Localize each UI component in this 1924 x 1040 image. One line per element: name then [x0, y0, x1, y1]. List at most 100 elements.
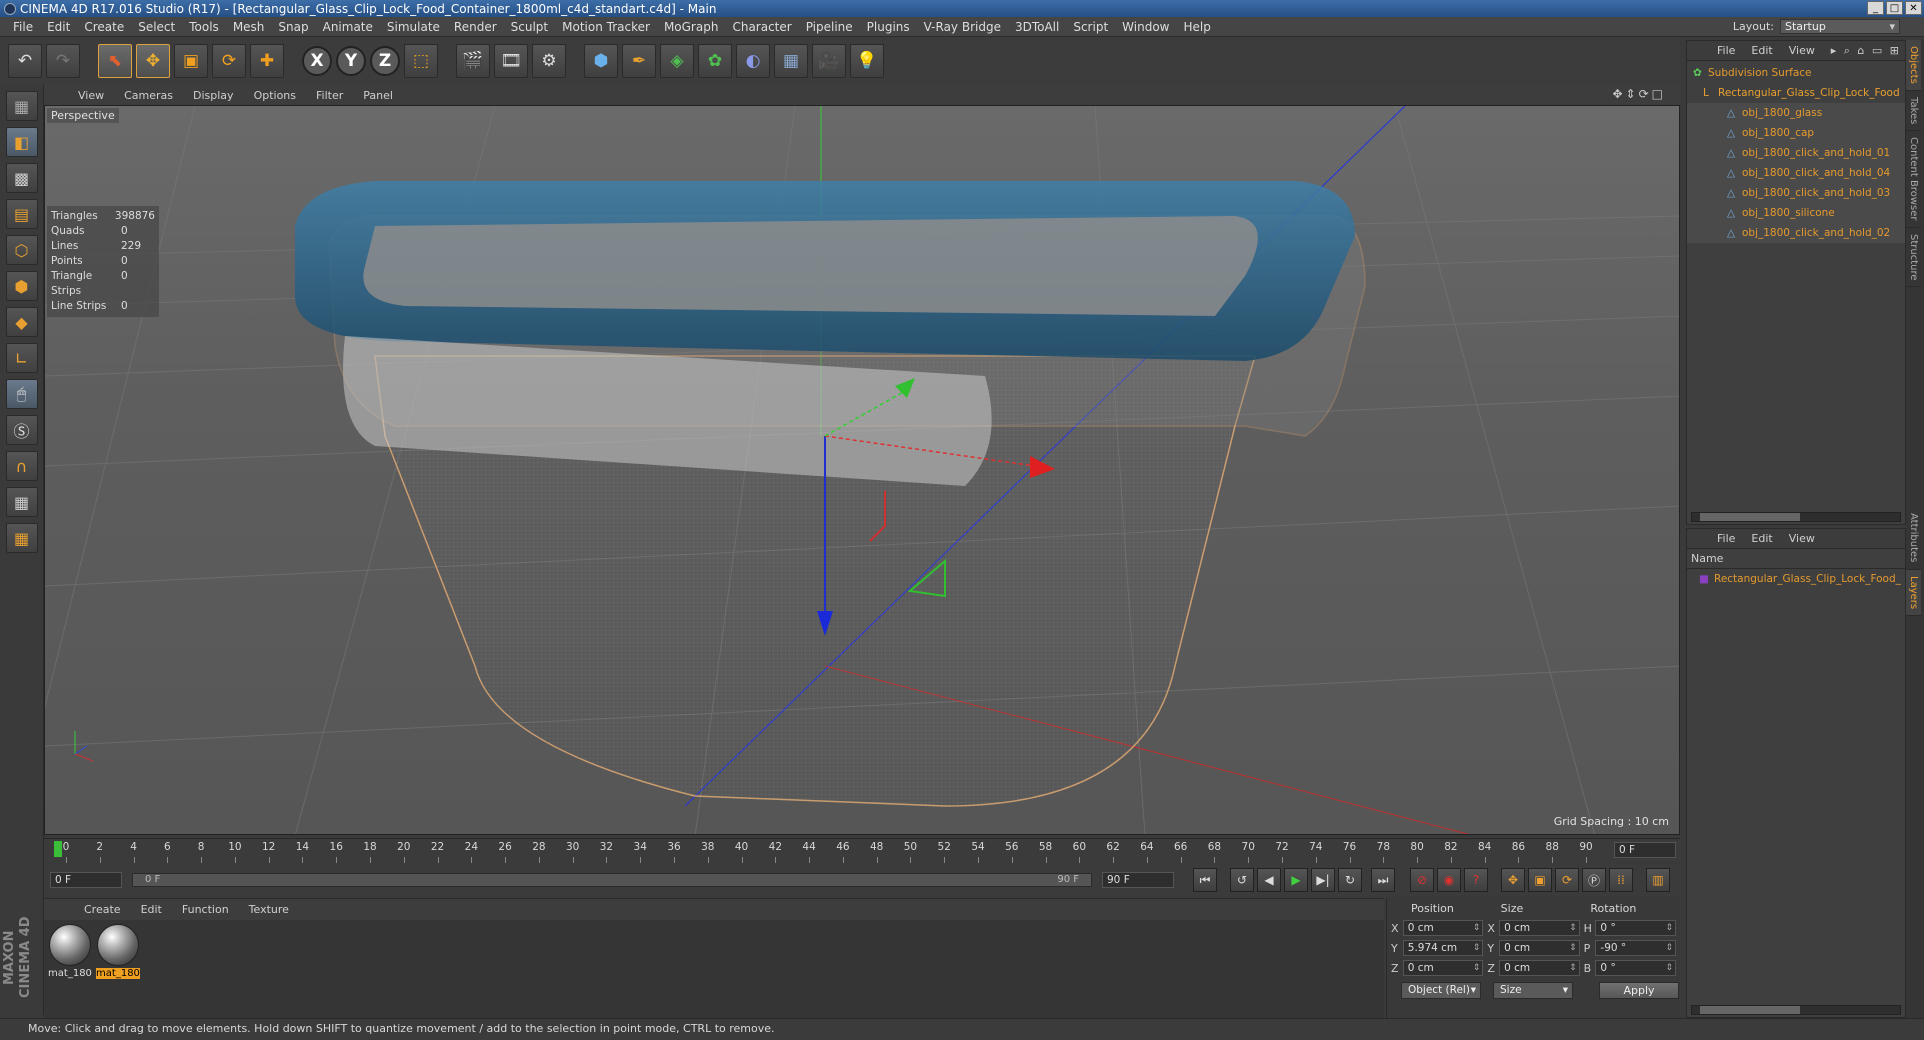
preview-range-slider[interactable]: 0 F 90 F	[132, 873, 1092, 887]
menu-motion-tracker[interactable]: Motion Tracker	[555, 20, 657, 34]
menu-tools[interactable]: Tools	[182, 20, 226, 34]
menu-mesh[interactable]: Mesh	[226, 20, 272, 34]
size-mode-dropdown[interactable]: Size	[1493, 982, 1573, 999]
objects-menu-edit[interactable]: Edit	[1743, 44, 1780, 57]
make-editable-icon[interactable]: ▦	[5, 91, 38, 121]
workplane-lock-icon[interactable]: ▦	[5, 487, 38, 517]
menu-snap[interactable]: Snap	[271, 20, 315, 34]
floor-icon[interactable]: ▦	[774, 44, 808, 78]
menu-sculpt[interactable]: Sculpt	[504, 20, 555, 34]
tab-takes[interactable]: Takes	[1906, 91, 1921, 132]
autokey-icon[interactable]: ◉	[1437, 868, 1461, 892]
pen-spline-icon[interactable]: ✒	[622, 44, 656, 78]
z-axis-lock-icon[interactable]: Z	[370, 46, 400, 76]
axis-mode-icon[interactable]: ∟	[5, 343, 38, 373]
snap-icon[interactable]: Ⓢ	[5, 415, 38, 445]
object-item[interactable]: △ obj_1800_cap	[1687, 123, 1905, 143]
current-frame-field[interactable]: 0 F	[1614, 842, 1676, 858]
material-swatch-selected[interactable]: mat_180	[96, 924, 140, 979]
material-menu-function[interactable]: Function	[172, 903, 239, 916]
viewport-scene[interactable]	[45, 106, 1680, 835]
next-frame-icon[interactable]: ▶|	[1311, 868, 1335, 892]
model-mode-icon[interactable]: ◧	[5, 127, 38, 157]
material-menu-create[interactable]: Create	[74, 903, 131, 916]
size-y-field[interactable]: 0 cm	[1499, 940, 1580, 956]
menu-3dtoall[interactable]: 3DToAll	[1008, 20, 1066, 34]
points-mode-icon[interactable]: ⬡	[5, 235, 38, 265]
object-item[interactable]: △ obj_1800_click_and_hold_04	[1687, 163, 1905, 183]
material-menu-edit[interactable]: Edit	[131, 903, 172, 916]
object-manager-scrollbar[interactable]	[1691, 512, 1901, 522]
move-tool-icon[interactable]: ✥	[136, 44, 170, 78]
menu-select[interactable]: Select	[131, 20, 182, 34]
tab-structure[interactable]: Structure	[1906, 228, 1921, 288]
viewport-menu-filter[interactable]: Filter	[306, 89, 353, 102]
layout-dropdown[interactable]: Startup	[1780, 19, 1900, 34]
menu-help[interactable]: Help	[1176, 20, 1217, 34]
subdivision-generator-icon[interactable]: ◈	[660, 44, 694, 78]
viewport-menu-display[interactable]: Display	[183, 89, 244, 102]
texture-mode-icon[interactable]: ▩	[5, 163, 38, 193]
rotation-h-field[interactable]: 0 °	[1595, 920, 1676, 936]
scale-tool-icon[interactable]: ▣	[174, 44, 208, 78]
key-position-icon[interactable]: ✥	[1501, 868, 1525, 892]
menu-animate[interactable]: Animate	[316, 20, 380, 34]
render-view-icon[interactable]: 🎬	[456, 44, 490, 78]
apply-button[interactable]: Apply	[1599, 982, 1679, 999]
layer-manager-scrollbar[interactable]	[1691, 1005, 1901, 1015]
play-icon[interactable]: ▶	[1284, 868, 1308, 892]
redo-icon[interactable]: ↷	[46, 44, 80, 78]
keyframe-selection-icon[interactable]: ?	[1464, 868, 1488, 892]
goto-start-icon[interactable]: ⏮	[1193, 868, 1217, 892]
record-keys-icon[interactable]: ⊘	[1410, 868, 1434, 892]
menu-pipeline[interactable]: Pipeline	[799, 20, 860, 34]
viewport-menu-cameras[interactable]: Cameras	[114, 89, 183, 102]
position-y-field[interactable]: 5.974 cm	[1402, 940, 1484, 956]
size-z-field[interactable]: 0 cm	[1499, 960, 1580, 976]
rotation-b-field[interactable]: 0 °	[1595, 960, 1676, 976]
key-pla-icon[interactable]: ⁞⁞	[1609, 868, 1633, 892]
goto-end-icon[interactable]: ⏭	[1371, 868, 1395, 892]
tweak-mode-icon[interactable]: 🖱	[5, 379, 38, 409]
object-item[interactable]: △ obj_1800_click_and_hold_01	[1687, 143, 1905, 163]
object-item[interactable]: △ obj_1800_silicone	[1687, 203, 1905, 223]
magnet-icon[interactable]: ∩	[5, 451, 38, 481]
light-icon[interactable]: 💡	[850, 44, 884, 78]
polygons-mode-icon[interactable]: ◆	[5, 307, 38, 337]
objects-menu-file[interactable]: File	[1709, 44, 1743, 57]
key-parameter-icon[interactable]: Ⓟ	[1582, 868, 1606, 892]
render-settings-icon[interactable]: ⚙	[532, 44, 566, 78]
tab-objects[interactable]: Objects	[1906, 40, 1921, 91]
render-picture-viewer-icon[interactable]: 🎞	[494, 44, 528, 78]
menu-render[interactable]: Render	[447, 20, 504, 34]
menu-vray-bridge[interactable]: V-Ray Bridge	[917, 20, 1008, 34]
object-item[interactable]: △ obj_1800_click_and_hold_02	[1687, 223, 1905, 243]
rotate-tool-icon[interactable]: ⟳	[212, 44, 246, 78]
start-frame-field[interactable]: 0 F	[50, 872, 122, 888]
object-item[interactable]: △ obj_1800_click_and_hold_03	[1687, 183, 1905, 203]
object-item[interactable]: ✿ Subdivision Surface	[1687, 63, 1905, 83]
workplane-mode-icon[interactable]: ▤	[5, 199, 38, 229]
object-item[interactable]: L Rectangular_Glass_Clip_Lock_Food	[1687, 83, 1905, 103]
layers-menu-view[interactable]: View	[1781, 532, 1823, 545]
layers-menu-edit[interactable]: Edit	[1743, 532, 1780, 545]
material-swatch[interactable]: mat_180	[48, 924, 92, 979]
viewport-navigation-icons[interactable]: ✥⇕⟳□	[1612, 87, 1666, 101]
y-axis-lock-icon[interactable]: Y	[336, 46, 366, 76]
object-manager-tool-icons[interactable]: ▸ ⌕ ⌂ ▭ ⊞	[1831, 44, 1901, 58]
cube-primitive-icon[interactable]: ⬢	[584, 44, 618, 78]
key-rotation-icon[interactable]: ⟳	[1555, 868, 1579, 892]
recent-tools-icon[interactable]: ✚	[250, 44, 284, 78]
position-x-field[interactable]: 0 cm	[1402, 920, 1484, 936]
playhead-marker[interactable]	[54, 841, 62, 857]
menu-plugins[interactable]: Plugins	[860, 20, 917, 34]
menu-edit[interactable]: Edit	[40, 20, 77, 34]
viewport-menu-panel[interactable]: Panel	[353, 89, 403, 102]
menu-simulate[interactable]: Simulate	[380, 20, 447, 34]
end-frame-field[interactable]: 90 F	[1102, 872, 1174, 888]
tab-layers[interactable]: Layers	[1906, 569, 1921, 616]
undo-icon[interactable]: ↶	[8, 44, 42, 78]
key-scale-icon[interactable]: ▣	[1528, 868, 1552, 892]
viewport-menu-options[interactable]: Options	[244, 89, 306, 102]
3d-viewport[interactable]: Perspective Triangles 398876 Quads 0 Lines…	[44, 105, 1680, 835]
